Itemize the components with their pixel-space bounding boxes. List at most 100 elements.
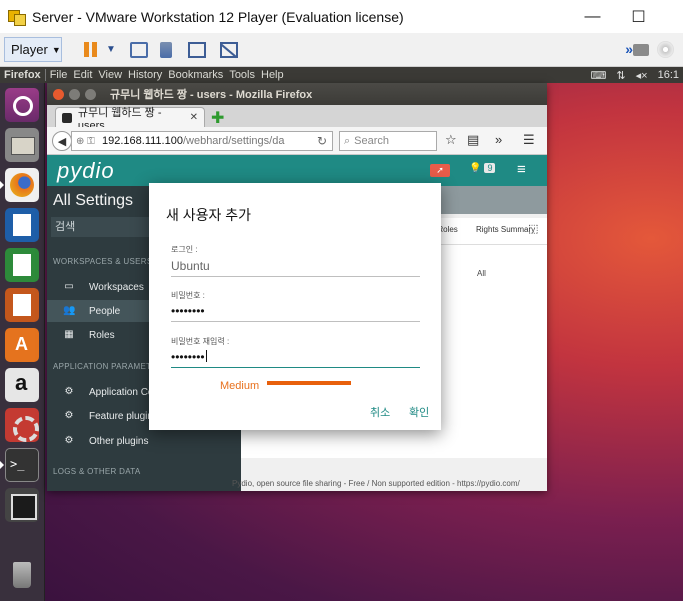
panel-separator [44, 69, 46, 81]
reading-list-icon[interactable]: ▤ [467, 132, 479, 148]
search-box[interactable]: ⌕ Search [339, 131, 437, 151]
software-center-icon[interactable] [5, 328, 39, 362]
url-bar[interactable]: ⊕ ⚿ 192.168.111.100/webhard/settings/da … [71, 131, 333, 151]
trash-icon[interactable] [5, 558, 39, 592]
search-icon: ⌕ [344, 134, 351, 147]
menu-history[interactable]: History [128, 69, 162, 81]
favicon-icon [62, 112, 72, 123]
tab-strip: 규무니 웹하드 짱 - users ✕ ✚ [47, 105, 547, 132]
people-icon: 👥 [63, 305, 76, 316]
calc-icon[interactable] [5, 248, 39, 282]
cd-dvd-icon[interactable] [657, 41, 674, 58]
chevron-down-icon[interactable]: ▼ [106, 44, 116, 55]
overflow-chevron-icon[interactable]: » [495, 132, 502, 147]
impress-icon[interactable] [5, 288, 39, 322]
login-label: 로그인 : [171, 245, 198, 254]
pause-icon[interactable] [82, 42, 100, 58]
search-placeholder: Search [354, 135, 390, 147]
menu-file[interactable]: File [50, 69, 68, 81]
clock[interactable]: 16:1 [658, 69, 679, 81]
active-indicator-icon [0, 461, 4, 469]
password-strength-label: Medium [220, 380, 260, 392]
system-settings-icon[interactable] [5, 408, 39, 442]
writer-icon[interactable] [5, 208, 39, 242]
player-menu-label: Player [11, 42, 48, 57]
double-chevron-right-icon[interactable]: » [625, 41, 633, 57]
send-ctrl-alt-del-icon[interactable] [130, 42, 148, 58]
rights-summary-cell: All [477, 269, 486, 278]
menu-help[interactable]: Help [261, 69, 284, 81]
url-path: /webhard/settings/da [182, 135, 285, 147]
site-identity-icon[interactable]: ⊕ ⚿ [76, 136, 102, 147]
firefox-title-bar: 규무니 웹하드 짱 - users - Mozilla Firefox [47, 83, 547, 105]
cancel-button[interactable]: 취소 [370, 404, 390, 420]
password-input[interactable]: •••••••• [171, 304, 420, 322]
confirm-password-label: 비밀번호 재입력 : [171, 337, 230, 346]
keyboard-icon[interactable]: ⌨ [591, 69, 607, 82]
minimize-button[interactable]: — [570, 0, 615, 33]
close-icon[interactable] [53, 88, 64, 100]
tab-users[interactable]: 규무니 웹하드 짱 - users ✕ [55, 107, 205, 132]
hamburger-menu-icon[interactable]: ≡ [517, 161, 526, 178]
notification-count: 9 [484, 163, 496, 173]
sidebar-title: All Settings [53, 192, 134, 209]
player-menu-button[interactable]: Player ▼ [4, 37, 62, 62]
url-host: 192.168.111.100 [102, 135, 183, 147]
confirm-password-input[interactable]: •••••••• [171, 350, 420, 368]
menu-tools[interactable]: Tools [229, 69, 255, 81]
section-workspaces-users: WORKSPACES & USERS [53, 257, 153, 266]
grid-icon: ▦ [64, 329, 74, 340]
active-indicator-icon [0, 181, 4, 189]
terminal-icon[interactable] [5, 448, 39, 482]
minimize-icon[interactable] [69, 88, 80, 100]
column-header-rights-summary[interactable]: Rights Summary [476, 225, 535, 234]
hamburger-menu-icon[interactable]: ☰ [523, 132, 535, 148]
hdd-icon: ▭ [64, 281, 74, 292]
login-value: Ubuntu [171, 259, 210, 273]
ok-button[interactable]: 확인 [409, 404, 429, 420]
network-icon[interactable]: ⇅ [616, 69, 625, 82]
notifications-button[interactable]: 💡 9 [469, 163, 496, 174]
sidebar-item-label: Workspaces [89, 281, 144, 293]
pydio-footer: Pydio, open source file sharing - Free /… [232, 479, 520, 488]
files-icon[interactable] [5, 128, 39, 162]
gears-icon: ⚙ [64, 386, 74, 397]
panel-indicators: ⌨ ⇅ ◂× 16:1 [591, 67, 679, 83]
disk-icon[interactable] [5, 488, 39, 522]
vmware-app-icon [8, 8, 26, 26]
hard-disk-icon[interactable] [633, 44, 649, 56]
menu-view[interactable]: View [98, 69, 122, 81]
gear-icon: ⚙ [64, 435, 74, 446]
section-logs-other-data: LOGS & OTHER DATA [53, 467, 141, 476]
password-strength-bar [267, 381, 351, 385]
reload-icon[interactable]: ↻ [317, 134, 327, 148]
removable-devices-icon[interactable] [160, 42, 172, 58]
sidebar-item-label: People [89, 305, 121, 317]
menu-bookmarks[interactable]: Bookmarks [168, 69, 223, 81]
ubuntu-dash-icon[interactable] [5, 88, 39, 122]
sidebar-item-label: Other plugins [89, 435, 149, 447]
firefox-icon[interactable] [5, 168, 39, 202]
vmware-toolbar: Player ▼ ▼ » [0, 33, 683, 67]
amazon-icon[interactable] [5, 368, 39, 402]
firefox-window-title: 규무니 웹하드 짱 - users - Mozilla Firefox [110, 89, 313, 101]
bookmark-star-icon[interactable]: ☆ [445, 132, 457, 148]
unity-icon[interactable] [220, 42, 238, 58]
close-icon[interactable]: ✕ [190, 112, 198, 123]
pydio-logo[interactable]: pydio [57, 158, 115, 184]
navigation-toolbar: ◀ ⊕ ⚿ 192.168.111.100/webhard/settings/d… [47, 127, 547, 155]
maximize-button[interactable]: ☐ [616, 0, 661, 33]
maximize-icon[interactable] [85, 88, 96, 100]
dialog-title: 새 사용자 추가 [166, 207, 252, 223]
new-tab-plus-icon[interactable]: ✚ [211, 108, 224, 128]
active-app-name: Firefox [4, 69, 41, 81]
login-input[interactable]: Ubuntu [171, 259, 420, 277]
full-screen-icon[interactable] [188, 42, 206, 58]
menu-edit[interactable]: Edit [73, 69, 92, 81]
volume-icon[interactable]: ◂× [636, 69, 648, 82]
confirm-password-value: •••••••• [171, 350, 205, 364]
sidebar-item-other-plugins[interactable]: ⚙ Other plugins [47, 430, 241, 452]
back-arrow-icon[interactable]: ◀ [52, 131, 72, 151]
rocket-icon[interactable]: ➚ [430, 164, 450, 177]
bookmark-icon[interactable]: ⬚ [528, 222, 538, 235]
